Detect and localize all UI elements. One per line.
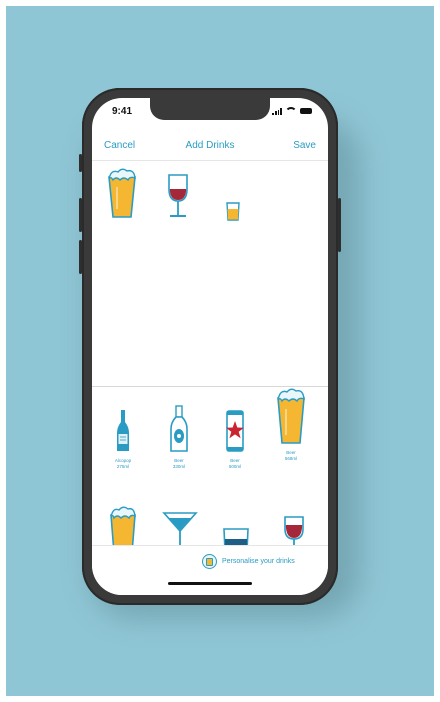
phone-frame: 9:41 Cancel Add Drinks Save Alcopop 275m… <box>79 88 341 605</box>
spirit-tumbler-icon <box>223 528 249 545</box>
cancel-button[interactable]: Cancel <box>104 140 135 151</box>
personalise-label: Personalise your drinks <box>222 558 295 565</box>
signal-icon <box>272 107 282 115</box>
palette-item-spirit[interactable] <box>222 527 250 545</box>
palette-item-alcopop[interactable]: Alcopop 275ml <box>106 409 140 469</box>
cocktail-glass-icon <box>162 512 198 545</box>
bottom-bar: Personalise your drinks <box>92 545 328 595</box>
selected-drink-shot[interactable] <box>226 201 240 226</box>
phone-screen: 9:41 Cancel Add Drinks Save Alcopop 275m… <box>92 98 328 595</box>
nav-bar: Cancel Add Drinks Save <box>92 134 328 161</box>
volume-down-button <box>79 240 82 274</box>
palette-item-size: 568ml <box>284 455 298 461</box>
selected-drink-wine[interactable] <box>166 173 190 224</box>
selected-drink-beer[interactable] <box>106 167 138 224</box>
alcopop-bottle-icon <box>117 410 129 451</box>
status-icons <box>272 107 312 115</box>
wifi-icon <box>285 107 297 115</box>
beer-pint-icon <box>110 506 136 545</box>
wine-glass-icon <box>168 174 188 217</box>
status-time: 9:41 <box>112 106 133 117</box>
palette-item-cocktail[interactable] <box>162 511 198 545</box>
palette-item-size: 500ml <box>228 463 242 469</box>
silent-switch <box>79 154 82 172</box>
beer-pint-icon <box>108 168 136 218</box>
power-button <box>338 198 341 252</box>
selected-drinks-area <box>92 161 328 386</box>
pint-glass-icon <box>202 554 217 569</box>
shot-glass-icon <box>226 202 240 221</box>
palette-item-beer-can[interactable]: Beer 500ml <box>218 409 252 469</box>
volume-up-button <box>79 198 82 232</box>
palette-item-wine[interactable] <box>282 515 306 545</box>
save-button[interactable]: Save <box>293 140 316 151</box>
personalise-button[interactable]: Personalise your drinks <box>202 554 295 569</box>
palette-item-beer-pint[interactable]: Beer 568ml <box>274 387 308 461</box>
beer-can-icon <box>226 410 244 452</box>
notch <box>150 98 270 120</box>
palette-item-size: 330ml <box>172 463 186 469</box>
beer-bottle-icon <box>170 405 188 452</box>
wine-glass-icon <box>284 516 304 545</box>
home-indicator[interactable] <box>168 582 252 585</box>
palette-item-size: 275ml <box>116 463 130 469</box>
beer-pint-icon <box>277 388 305 444</box>
palette-item-beer-bottle[interactable]: Beer 330ml <box>162 405 196 469</box>
palette-item-beer-pint-row2[interactable] <box>108 505 138 545</box>
battery-icon <box>300 108 312 114</box>
drink-palette: Alcopop 275ml Beer 330ml Beer 500ml Beer… <box>92 387 328 545</box>
